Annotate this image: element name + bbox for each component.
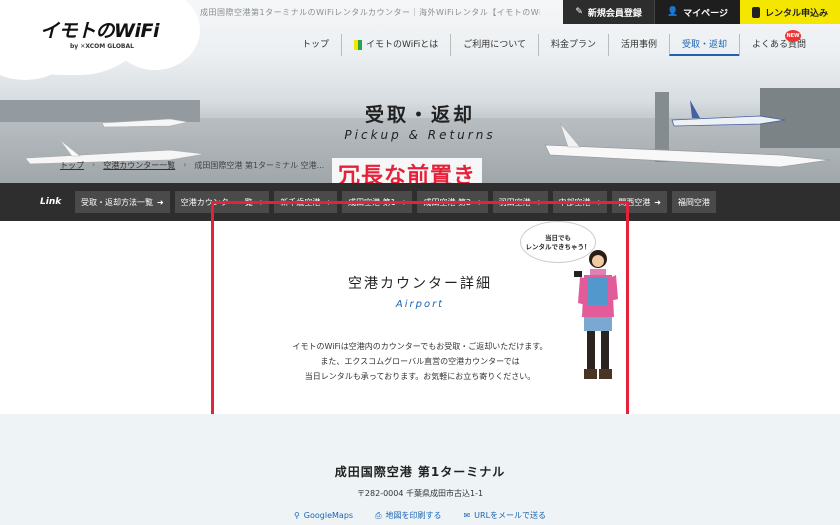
rental-apply-label: レンタル申込み: [764, 8, 828, 19]
nav-pickup-returns[interactable]: 受取・返却: [669, 34, 740, 56]
mypage-button[interactable]: 👤 マイページ: [653, 0, 740, 24]
register-button[interactable]: ✎ 新規会員登録: [563, 0, 654, 24]
page-title: 受取・返却: [364, 104, 475, 126]
googlemaps-link[interactable]: ⚲ GoogleMaps: [294, 510, 353, 521]
logo-subtitle: by ✕XCOM GLOBAL: [70, 43, 134, 50]
nav-cases[interactable]: 活用事例: [608, 34, 669, 56]
link-label: 福岡空港: [677, 197, 710, 207]
edit-icon: ✎: [575, 7, 583, 17]
print-icon: ⎙: [375, 510, 382, 520]
nav-pricing[interactable]: 料金プラン: [537, 34, 608, 56]
breadcrumb-top[interactable]: トップ: [60, 160, 84, 171]
nav-usage[interactable]: ご利用について: [450, 34, 538, 56]
beginner-icon: [354, 39, 363, 50]
print-map-label: 地図を印刷する: [385, 511, 442, 520]
nav-top[interactable]: トップ: [290, 34, 341, 56]
map-pin-icon: ⚲: [293, 511, 300, 520]
link-bar-label: Link: [40, 197, 62, 207]
breadcrumb-current: 成田国際空港 第1ターミナル 空港...: [194, 161, 325, 170]
link-label: 受取・返却方法一覧: [81, 197, 153, 207]
counter-links: ⚲ GoogleMaps ⎙ 地図を印刷する ✉ URLをメールで送る: [0, 510, 840, 521]
counter-address: 〒282-0004 千葉県成田市古込1-1: [356, 489, 484, 498]
nav-about-label: イモトのWiFiとは: [366, 40, 439, 50]
arrow-right-icon: ➜: [157, 197, 164, 207]
site-logo[interactable]: イモトのWiFi: [40, 16, 159, 43]
hero-banner: 成田国際空港第1ターミナルのWiFiレンタルカウンター｜海外WiFiレンタル【イ…: [0, 0, 840, 183]
breadcrumb-separator: ›: [92, 160, 96, 169]
email-url-label: URLをメールで送る: [474, 511, 547, 520]
wifi-device-icon: [751, 6, 760, 18]
breadcrumb: トップ › 空港カウンター一覧 › 成田国際空港 第1ターミナル 空港...: [60, 160, 324, 171]
link-fukuoka[interactable]: 福岡空港: [671, 191, 716, 213]
link-pickup-methods[interactable]: 受取・返却方法一覧 ➜: [75, 191, 170, 213]
register-label: 新規会員登録: [587, 8, 642, 19]
mypage-label: マイページ: [683, 8, 728, 19]
email-url-link[interactable]: ✉ URLをメールで送る: [463, 510, 546, 521]
counter-detail: 成田国際空港 第1ターミナル 〒282-0004 千葉県成田市古込1-1 ⚲ G…: [0, 414, 840, 525]
googlemaps-label: GoogleMaps: [303, 511, 354, 520]
new-badge: NEW: [785, 30, 801, 42]
nav-faq[interactable]: よくある質問: [739, 34, 818, 56]
breadcrumb-separator: ›: [183, 160, 187, 169]
page-subtitle: Pickup & Returns: [344, 128, 496, 142]
user-icon: 👤: [666, 7, 679, 17]
nav-about[interactable]: イモトのWiFiとは: [341, 34, 450, 56]
main-nav: トップ イモトのWiFiとは ご利用について 料金プラン 活用事例 受取・返却 …: [290, 34, 818, 56]
breadcrumb-counter-list[interactable]: 空港カウンター一覧: [103, 160, 175, 171]
top-actions: ✎ 新規会員登録 👤 マイページ レンタル申込み: [563, 0, 840, 24]
counter-name: 成田国際空港 第1ターミナル: [334, 465, 506, 479]
page-tagline: 成田国際空港第1ターミナルのWiFiレンタルカウンター｜海外WiFiレンタル【イ…: [200, 8, 540, 17]
print-map-link[interactable]: ⎙ 地図を印刷する: [375, 510, 441, 521]
mail-icon: ✉: [463, 511, 471, 520]
arrow-right-icon: ➜: [654, 197, 661, 207]
annotation-highlight-box: [211, 201, 629, 443]
rental-apply-button[interactable]: レンタル申込み: [739, 0, 840, 24]
